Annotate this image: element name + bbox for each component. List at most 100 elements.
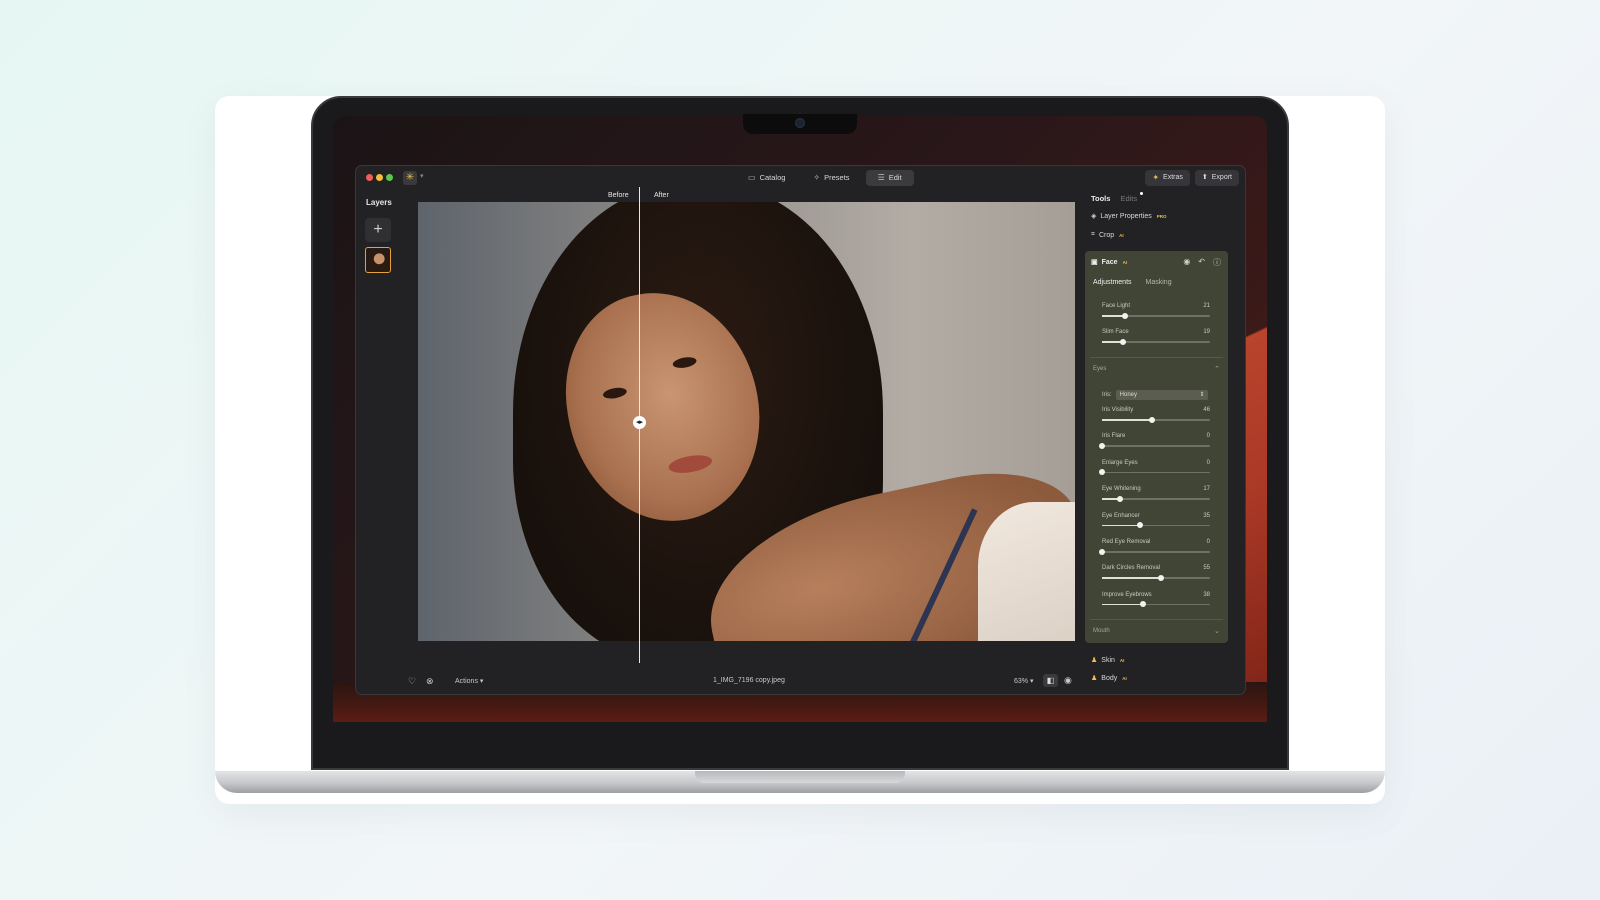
tab-edits[interactable]: Edits (1120, 194, 1137, 203)
slider-eye-whitening[interactable]: Eye Whitening 17 (1102, 486, 1210, 506)
slider-knob[interactable] (1099, 469, 1105, 476)
slider-knob[interactable] (1099, 548, 1105, 555)
tools-panel: Tools Edits ◈ Layer Properties PRO ⌗ Cro… (1085, 190, 1235, 694)
slider-enlarge-eyes[interactable]: Enlarge Eyes 0 (1099, 459, 1210, 480)
slider-track[interactable] (1102, 522, 1210, 529)
info-icon[interactable]: ⓘ (1213, 257, 1221, 268)
slider-label: Dark Circles Removal (1102, 565, 1161, 572)
iris-color-select[interactable]: Honey ⇕ (1115, 390, 1208, 400)
tab-adjustments[interactable]: Adjustments (1093, 279, 1132, 286)
slider-fill (1102, 577, 1162, 579)
slider-red-eye-removal[interactable]: Red Eye Removal 0 (1099, 539, 1210, 559)
add-layer-button[interactable]: + (365, 218, 391, 242)
slider-label: Slim Face (1102, 329, 1129, 335)
slider-eye-enhancer[interactable]: Eye Enhancer 35 (1102, 513, 1210, 533)
crop-item[interactable]: ⌗ Crop AI (1091, 231, 1124, 239)
photo-canvas[interactable] (418, 202, 1075, 641)
preview-eye-icon[interactable]: ◉ (1064, 675, 1072, 686)
tab-masking[interactable]: Masking (1146, 279, 1172, 286)
slider-knob[interactable] (1158, 574, 1165, 581)
extras-button[interactable]: ✦ Extras (1145, 170, 1190, 186)
slider-fill (1102, 524, 1140, 527)
slider-label: Eye Enhancer (1102, 512, 1140, 519)
tab-catalog[interactable]: ▭ Catalog (736, 170, 797, 186)
face-tool-header[interactable]: ▣ Face AI (1091, 258, 1128, 267)
slider-track[interactable] (1102, 416, 1210, 423)
tab-edit-label: Edit (888, 173, 902, 182)
slider-iris-visibility[interactable]: Iris Visibility 46 (1102, 407, 1210, 427)
slider-track[interactable] (1099, 469, 1210, 476)
slider-track[interactable] (1102, 495, 1210, 502)
eyes-section-header[interactable]: Eyes (1093, 366, 1106, 372)
chevron-up-icon[interactable]: ⌃ (1214, 365, 1220, 373)
reject-icon[interactable]: ⊗ (426, 676, 434, 687)
actions-menu[interactable]: Actions ▾ (455, 677, 483, 685)
slider-knob[interactable] (1140, 601, 1147, 608)
layer-thumbnail[interactable] (365, 247, 391, 273)
crop-icon: ⌗ (1091, 231, 1095, 238)
app-logo-menu-button[interactable]: ✳ (403, 171, 417, 185)
visibility-eye-icon[interactable]: ◉ (1183, 257, 1190, 268)
slider-value: 46 (1203, 407, 1210, 413)
section-divider (1090, 357, 1223, 358)
minimize-window-button[interactable] (376, 174, 383, 181)
slider-knob[interactable] (1136, 522, 1143, 529)
top-right-actions: ✦ Extras ⬆ Export (1145, 170, 1239, 186)
slider-label: Iris Flare (1102, 433, 1126, 440)
slider-knob[interactable] (1121, 312, 1128, 319)
slider-face-light[interactable]: Face Light 21 (1102, 303, 1210, 323)
close-window-button[interactable] (366, 174, 373, 181)
mode-tabs: ▭ Catalog ✧ Presets ☰ Edit (736, 170, 914, 186)
slider-track[interactable] (1102, 574, 1210, 581)
export-icon: ⬆ (1201, 174, 1208, 181)
slider-label: Eye Whitening (1102, 486, 1141, 493)
presets-icon: ✧ (813, 173, 821, 182)
slider-knob[interactable] (1099, 442, 1105, 449)
tab-edit[interactable]: ☰ Edit (865, 170, 914, 186)
layer-properties-item[interactable]: ◈ Layer Properties PRO (1091, 212, 1167, 221)
photo-garment (978, 502, 1075, 641)
slider-slim-face[interactable]: Slim Face 19 (1102, 329, 1210, 349)
slider-knob[interactable] (1117, 495, 1124, 502)
slider-improve-eyebrows[interactable]: Improve Eyebrows 38 (1102, 592, 1210, 612)
body-item[interactable]: ♟ Body AI (1091, 674, 1127, 683)
slider-knob[interactable] (1119, 338, 1126, 345)
slider-dark-circles-removal[interactable]: Dark Circles Removal 55 (1102, 565, 1210, 585)
face-title: Face (1101, 258, 1118, 266)
slider-track[interactable] (1102, 312, 1210, 319)
zoom-dropdown[interactable]: 63% ▾ (1014, 677, 1033, 685)
select-chevron-icon: ⇕ (1199, 392, 1205, 398)
tab-tools[interactable]: Tools (1091, 194, 1110, 203)
undo-icon[interactable]: ↶ (1198, 257, 1205, 268)
heart-icon[interactable]: ♡ (408, 676, 416, 687)
slider-value: 0 (1206, 433, 1210, 440)
crop-label: Crop (1098, 231, 1115, 239)
chevron-down-icon[interactable]: ⌄ (1214, 627, 1220, 635)
zoom-window-button[interactable] (386, 174, 393, 181)
iris-row: Iris: Honey ⇕ (1102, 390, 1208, 400)
ai-badge: AI (1122, 259, 1128, 265)
slider-value: 55 (1203, 565, 1210, 572)
tab-presets[interactable]: ✧ Presets (801, 170, 861, 186)
chevron-down-icon[interactable]: ▾ (420, 172, 424, 180)
slider-knob[interactable] (1148, 416, 1155, 423)
skin-icon: ♟ (1091, 657, 1098, 664)
compare-split-handle[interactable]: ◂▸ (633, 416, 646, 429)
export-button[interactable]: ⬆ Export (1194, 170, 1239, 186)
edits-indicator-dot (1140, 192, 1143, 195)
compare-toggle-icon[interactable]: ◧ (1043, 674, 1058, 687)
slider-label: Enlarge Eyes (1102, 459, 1138, 466)
slider-track[interactable] (1102, 338, 1210, 345)
body-label: Body (1101, 674, 1118, 682)
slider-track[interactable] (1099, 442, 1210, 449)
after-label: After (654, 192, 669, 199)
slider-label: Improve Eyebrows (1102, 591, 1152, 598)
slider-track[interactable] (1102, 601, 1210, 608)
slider-track[interactable] (1099, 548, 1210, 555)
slider-iris-flare[interactable]: Iris Flare 0 (1099, 433, 1210, 453)
body-icon: ♟ (1091, 675, 1098, 682)
mouth-section-header[interactable]: Mouth (1093, 628, 1110, 634)
slider-value: 17 (1203, 486, 1210, 493)
laptop-opening-notch (695, 771, 905, 783)
skin-item[interactable]: ♟ Skin AI (1091, 656, 1124, 665)
